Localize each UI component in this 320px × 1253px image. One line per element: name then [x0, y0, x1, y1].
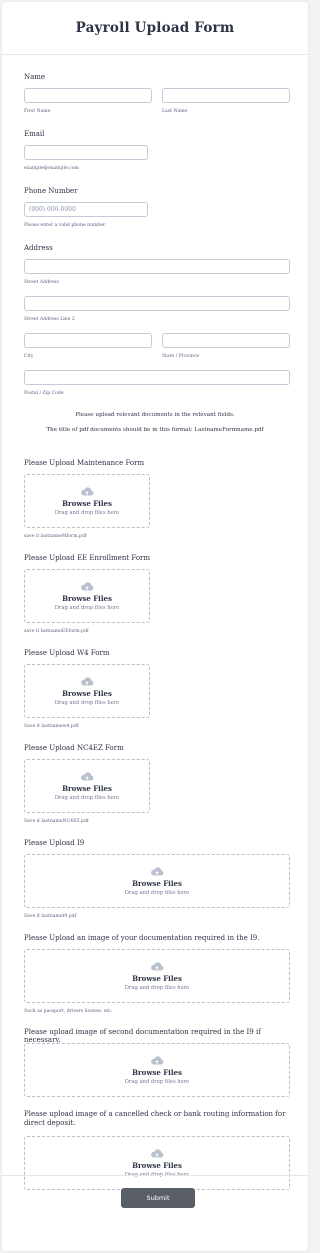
- upload-label-i9: Please Upload I9: [24, 839, 85, 847]
- form-header: Payroll Upload Form: [2, 2, 308, 55]
- upload-dropzone-i9[interactable]: Browse Files Drag and drop files here: [24, 854, 290, 908]
- footer-divider: [2, 1175, 308, 1176]
- cloud-upload-icon: [151, 962, 164, 971]
- browse-files-label[interactable]: Browse Files: [62, 595, 112, 603]
- form-card: Payroll Upload Form Name First Name Last…: [2, 2, 308, 1251]
- drag-drop-label: Drag and drop files here: [124, 984, 190, 991]
- upload-hint-i9-documentation: Such as passport, drivers license, etc.: [24, 1009, 113, 1014]
- browse-files-label[interactable]: Browse Files: [62, 785, 112, 793]
- upload-hint-nc4ez: Save it lastnameNC4EZ.pdf: [24, 819, 89, 824]
- email-sublabel: example@example.com: [24, 166, 79, 171]
- browse-files-label[interactable]: Browse Files: [132, 1069, 182, 1077]
- street-address-sublabel: Street Address: [24, 280, 59, 285]
- street-address-line2-sublabel: Street Address Line 2: [24, 317, 75, 322]
- instructions-line-2: The title of pdf documents should be in …: [46, 427, 264, 433]
- cloud-upload-icon: [151, 1149, 164, 1158]
- upload-dropzone-nc4ez[interactable]: Browse Files Drag and drop files here: [24, 759, 150, 813]
- browse-files-label[interactable]: Browse Files: [62, 690, 112, 698]
- drag-drop-label: Drag and drop files here: [124, 1078, 190, 1085]
- upload-dropzone-i9-documentation[interactable]: Browse Files Drag and drop files here: [24, 949, 290, 1003]
- upload-label-cancelled-check: Please upload image of a cancelled check…: [24, 1110, 286, 1128]
- upload-hint-i9: Save it lastnameI9.pdf: [24, 914, 77, 919]
- drag-drop-label: Drag and drop files here: [54, 604, 120, 611]
- last-name-input[interactable]: [162, 88, 290, 103]
- drag-drop-label: Drag and drop files here: [54, 509, 120, 516]
- address-label: Address: [24, 244, 53, 252]
- upload-label-second-documentation: Please upload image of second documentat…: [24, 1028, 261, 1044]
- browse-files-label[interactable]: Browse Files: [132, 1162, 182, 1170]
- street-address-line2-input[interactable]: [24, 296, 290, 311]
- cloud-upload-icon: [81, 677, 94, 686]
- last-name-sublabel: Last Name: [162, 109, 188, 114]
- state-input[interactable]: [162, 333, 290, 348]
- cloud-upload-icon: [81, 772, 94, 781]
- browse-files-label[interactable]: Browse Files: [132, 975, 182, 983]
- upload-hint-w4: Save it lastnamew4.pdf: [24, 724, 79, 729]
- browse-files-label[interactable]: Browse Files: [132, 880, 182, 888]
- state-sublabel: State / Province: [162, 354, 200, 359]
- first-name-sublabel: First Name: [24, 109, 51, 114]
- city-sublabel: City: [24, 354, 34, 359]
- upload-label-w4: Please Upload W4 Form: [24, 649, 110, 657]
- drag-drop-label: Drag and drop files here: [124, 889, 190, 896]
- postal-code-input[interactable]: [24, 370, 290, 385]
- email-label: Email: [24, 130, 45, 138]
- street-address-input[interactable]: [24, 259, 290, 274]
- upload-dropzone-cancelled-check[interactable]: Browse Files Drag and drop files here: [24, 1136, 290, 1190]
- upload-dropzone-w4[interactable]: Browse Files Drag and drop files here: [24, 664, 150, 718]
- postal-code-sublabel: Postal / Zip Code: [24, 391, 64, 396]
- upload-hint-ee-enrollment: save it lastnameEEform.pdf: [24, 629, 89, 634]
- upload-dropzone-second-documentation[interactable]: Browse Files Drag and drop files here: [24, 1043, 290, 1097]
- name-label: Name: [24, 73, 46, 81]
- instructions-line-1: Please upload relevant documents in the …: [75, 412, 235, 418]
- cloud-upload-icon: [151, 867, 164, 876]
- cloud-upload-icon: [81, 582, 94, 591]
- submit-button[interactable]: Submit: [121, 1188, 195, 1208]
- form-title: Payroll Upload Form: [75, 20, 235, 36]
- phone-input[interactable]: (000) 000-0000: [24, 202, 148, 217]
- upload-label-ee-enrollment: Please Upload EE Enrollment Form: [24, 554, 151, 562]
- email-field[interactable]: [24, 145, 148, 160]
- upload-dropzone-ee-enrollment[interactable]: Browse Files Drag and drop files here: [24, 569, 150, 623]
- upload-label-maintenance: Please Upload Maintenance Form: [24, 459, 145, 467]
- cloud-upload-icon: [81, 487, 94, 496]
- browse-files-label[interactable]: Browse Files: [62, 500, 112, 508]
- upload-label-nc4ez: Please Upload NC4EZ Form: [24, 744, 124, 752]
- upload-hint-maintenance: save it lastnameMform.pdf: [24, 534, 87, 539]
- upload-dropzone-maintenance[interactable]: Browse Files Drag and drop files here: [24, 474, 150, 528]
- phone-label: Phone Number: [24, 187, 78, 195]
- phone-sublabel: Please enter a valid phone number.: [24, 223, 107, 228]
- drag-drop-label: Drag and drop files here: [54, 699, 120, 706]
- cloud-upload-icon: [151, 1056, 164, 1065]
- drag-drop-label: Drag and drop files here: [54, 794, 120, 801]
- first-name-input[interactable]: [24, 88, 152, 103]
- city-input[interactable]: [24, 333, 152, 348]
- upload-label-i9-documentation: Please Upload an image of your documenta…: [24, 934, 260, 942]
